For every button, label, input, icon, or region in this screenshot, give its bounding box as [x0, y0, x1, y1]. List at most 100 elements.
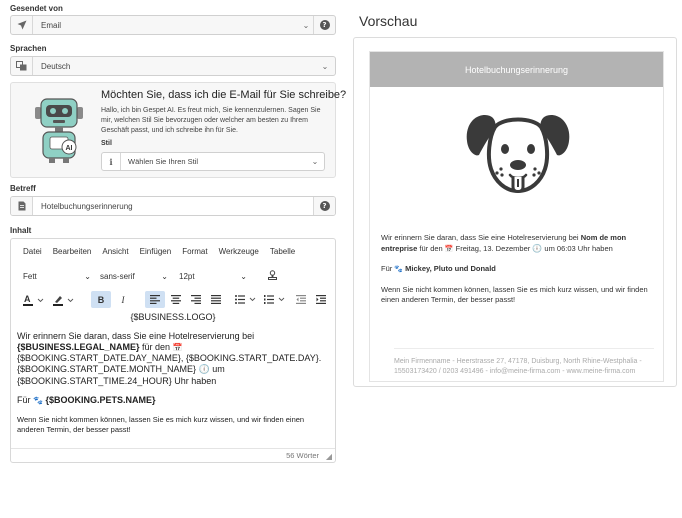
- text-color-icon: A: [23, 294, 44, 306]
- style-select-value: Wählen Sie Ihren Stil: [128, 157, 199, 166]
- indent-button[interactable]: [312, 291, 330, 308]
- text-span: Wir erinnern Sie daran, dass Sie eine Ho…: [17, 331, 255, 341]
- preview-header: Hotelbuchungserinnerung: [370, 52, 663, 87]
- align-justify-icon: [211, 295, 221, 304]
- text-span: für den: [142, 342, 171, 352]
- font-family-select[interactable]: sans-serif ⌄: [100, 268, 168, 284]
- subject-value: Hotelbuchungserinnerung: [41, 201, 133, 211]
- languages-value: Deutsch: [41, 61, 71, 71]
- menu-table[interactable]: Tabelle: [270, 247, 295, 256]
- bullet-list-button[interactable]: [233, 291, 259, 308]
- block-format-value: Fett: [23, 271, 37, 281]
- subject-help-button[interactable]: ?: [313, 197, 335, 215]
- align-left-button[interactable]: [145, 291, 165, 308]
- help-icon: ?: [319, 201, 330, 211]
- text-span: Wir erinnern Sie daran, dass Sie eine Ho…: [381, 233, 579, 242]
- align-center-button[interactable]: [166, 291, 186, 308]
- sent-from-label: Gesendet von: [10, 4, 63, 13]
- font-size-select[interactable]: 12pt ⌄: [179, 268, 247, 284]
- font-size-value: 12pt: [179, 271, 195, 281]
- languages-label: Sprachen: [10, 44, 47, 53]
- align-left-icon: [150, 295, 160, 304]
- paw-icon: 🐾: [33, 396, 43, 405]
- menu-insert[interactable]: Einfügen: [140, 247, 172, 256]
- editor-paragraph: Wenn Sie nicht kommen können, lassen Sie…: [17, 415, 305, 434]
- numbered-list-icon: [264, 295, 285, 304]
- highlight-icon: [53, 295, 74, 306]
- robot-icon: AI: [31, 95, 87, 165]
- chevron-down-icon: ⌄: [240, 271, 247, 281]
- preview-panel: Hotelbuchungserinnerung Wir erinnern Sie…: [353, 37, 677, 387]
- text-span: für den: [419, 243, 443, 253]
- numbered-list-button[interactable]: [262, 291, 288, 308]
- preview-title: Vorschau: [359, 13, 418, 29]
- chevron-down-icon: ⌄: [161, 271, 168, 281]
- booking-time: um 06:03 Uhr haben: [544, 243, 613, 253]
- editor-statusbar: 56 Wörter ◢: [11, 448, 335, 462]
- languages-select[interactable]: Deutsch ⌄: [10, 56, 336, 76]
- editor-toolbar-row-2: A B I: [11, 288, 335, 312]
- align-center-icon: [171, 295, 181, 304]
- dog-logo-icon: [463, 107, 573, 207]
- block-format-select[interactable]: Fett ⌄: [23, 268, 91, 284]
- align-right-icon: [191, 295, 201, 304]
- italic-button[interactable]: I: [113, 291, 133, 308]
- menu-file[interactable]: Datei: [23, 247, 42, 256]
- business-name-variable: {$BUSINESS.LEGAL_NAME}: [17, 342, 140, 352]
- editor-toolbar-row-1: Fett ⌄ sans-serif ⌄ 12pt ⌄: [11, 264, 335, 288]
- info-icon: i: [102, 153, 121, 170]
- preview-body: Wir erinnern Sie daran, dass Sie eine Ho…: [381, 233, 656, 306]
- editor-paragraph: Für 🐾 {$BOOKING.PETS.NAME}: [17, 395, 329, 406]
- bold-button[interactable]: B: [91, 291, 111, 308]
- resize-handle-icon[interactable]: ◢: [326, 452, 332, 461]
- text-span: Für: [17, 395, 31, 405]
- stamp-button[interactable]: [264, 267, 280, 284]
- align-justify-button[interactable]: [206, 291, 226, 308]
- clock-icon: 🕕: [198, 365, 210, 375]
- menu-view[interactable]: Ansicht: [102, 247, 128, 256]
- style-select[interactable]: i Wählen Sie Ihren Stil ⌄: [101, 152, 325, 171]
- outdent-icon: [296, 295, 306, 304]
- sent-from-select[interactable]: Email ⌄ ?: [10, 15, 336, 35]
- send-icon: [11, 16, 33, 34]
- content-label: Inhalt: [10, 226, 32, 235]
- text-color-button[interactable]: A: [21, 291, 47, 308]
- pets-variable: {$BOOKING.PETS.NAME}: [45, 395, 156, 405]
- menu-edit[interactable]: Bearbeiten: [53, 247, 92, 256]
- font-family-value: sans-serif: [100, 271, 135, 281]
- editor-content[interactable]: {$BUSINESS.LOGO} Wir erinnern Sie daran,…: [11, 312, 335, 435]
- help-icon: ?: [319, 20, 330, 30]
- chevron-down-icon: ⌄: [311, 157, 319, 166]
- menu-tools[interactable]: Werkzeuge: [219, 247, 259, 256]
- editor-menubar: Datei Bearbeiten Ansicht Einfügen Format…: [11, 239, 335, 263]
- text-span: Für: [381, 264, 393, 273]
- ai-panel-title: Möchten Sie, dass ich die E-Mail für Sie…: [101, 89, 347, 101]
- style-label: Stil: [101, 140, 112, 147]
- editor-paragraph: Wir erinnern Sie daran, dass Sie eine Ho…: [17, 331, 329, 387]
- bullet-list-icon: [235, 295, 256, 304]
- booking-date: Freitag, 13. Dezember: [455, 243, 531, 253]
- pet-names: Mickey, Pluto und Donald: [405, 264, 496, 273]
- chevron-down-icon: ⌄: [302, 20, 310, 30]
- svg-text:A: A: [24, 294, 31, 304]
- date-variable: {$BOOKING.START_DATE.DAY_NAME}, {$BOOKIN…: [17, 353, 322, 374]
- preview-footer: Mein Firmenname - Heerstrasse 27, 47178,…: [394, 348, 654, 377]
- clock-icon: 🕕: [532, 243, 543, 253]
- translate-icon: [11, 57, 33, 75]
- document-icon: [11, 197, 33, 215]
- word-count: 56 Wörter: [286, 451, 319, 460]
- sent-from-help-button[interactable]: ?: [313, 16, 335, 34]
- rich-text-editor: Datei Bearbeiten Ansicht Einfügen Format…: [10, 238, 336, 463]
- calendar-icon: 📅: [172, 343, 183, 352]
- menu-format[interactable]: Format: [182, 247, 207, 256]
- chevron-down-icon: ⌄: [321, 61, 329, 71]
- preview-paragraph: Für 🐾 Mickey, Pluto und Donald: [381, 264, 656, 275]
- ai-writer-panel: AI Möchten Sie, dass ich die E-Mail für …: [10, 82, 346, 178]
- chevron-down-icon: ⌄: [84, 271, 91, 281]
- paw-icon: 🐾: [394, 265, 404, 273]
- subject-field[interactable]: Hotelbuchungserinnerung ?: [10, 196, 336, 216]
- highlight-color-button[interactable]: [51, 291, 77, 308]
- align-right-button[interactable]: [186, 291, 206, 308]
- outdent-button[interactable]: [292, 291, 310, 308]
- preview-email-card: Hotelbuchungserinnerung Wir erinnern Sie…: [369, 51, 664, 382]
